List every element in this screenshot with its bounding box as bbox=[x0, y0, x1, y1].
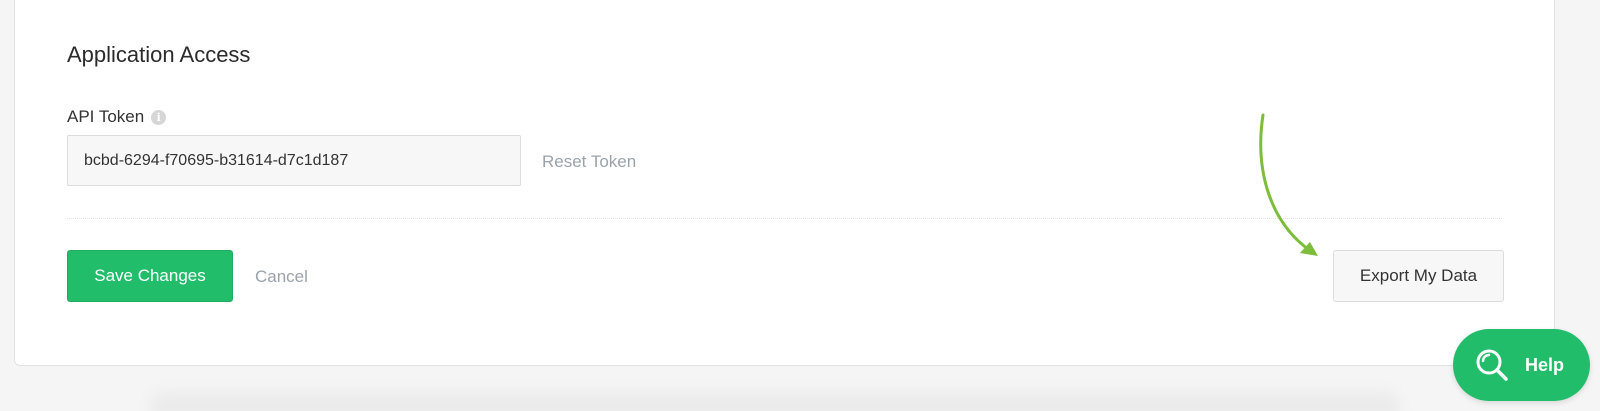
help-button[interactable]: Help bbox=[1453, 329, 1590, 401]
search-icon bbox=[1476, 349, 1508, 381]
api-token-label-row: API Token i bbox=[67, 107, 167, 127]
help-label: Help bbox=[1525, 354, 1565, 375]
save-changes-button[interactable]: Save Changes bbox=[67, 250, 233, 302]
api-token-label: API Token bbox=[67, 107, 145, 126]
api-token-input[interactable] bbox=[67, 135, 521, 186]
cancel-link[interactable]: Cancel bbox=[255, 267, 308, 287]
info-icon[interactable]: i bbox=[151, 109, 167, 125]
annotation-arrow-icon bbox=[1259, 113, 1318, 256]
section-title: Application Access bbox=[67, 42, 251, 67]
export-my-data-button[interactable]: Export My Data bbox=[1333, 250, 1504, 302]
reset-token-link[interactable]: Reset Token bbox=[542, 152, 636, 172]
page-bottom-shadow bbox=[150, 392, 1400, 411]
